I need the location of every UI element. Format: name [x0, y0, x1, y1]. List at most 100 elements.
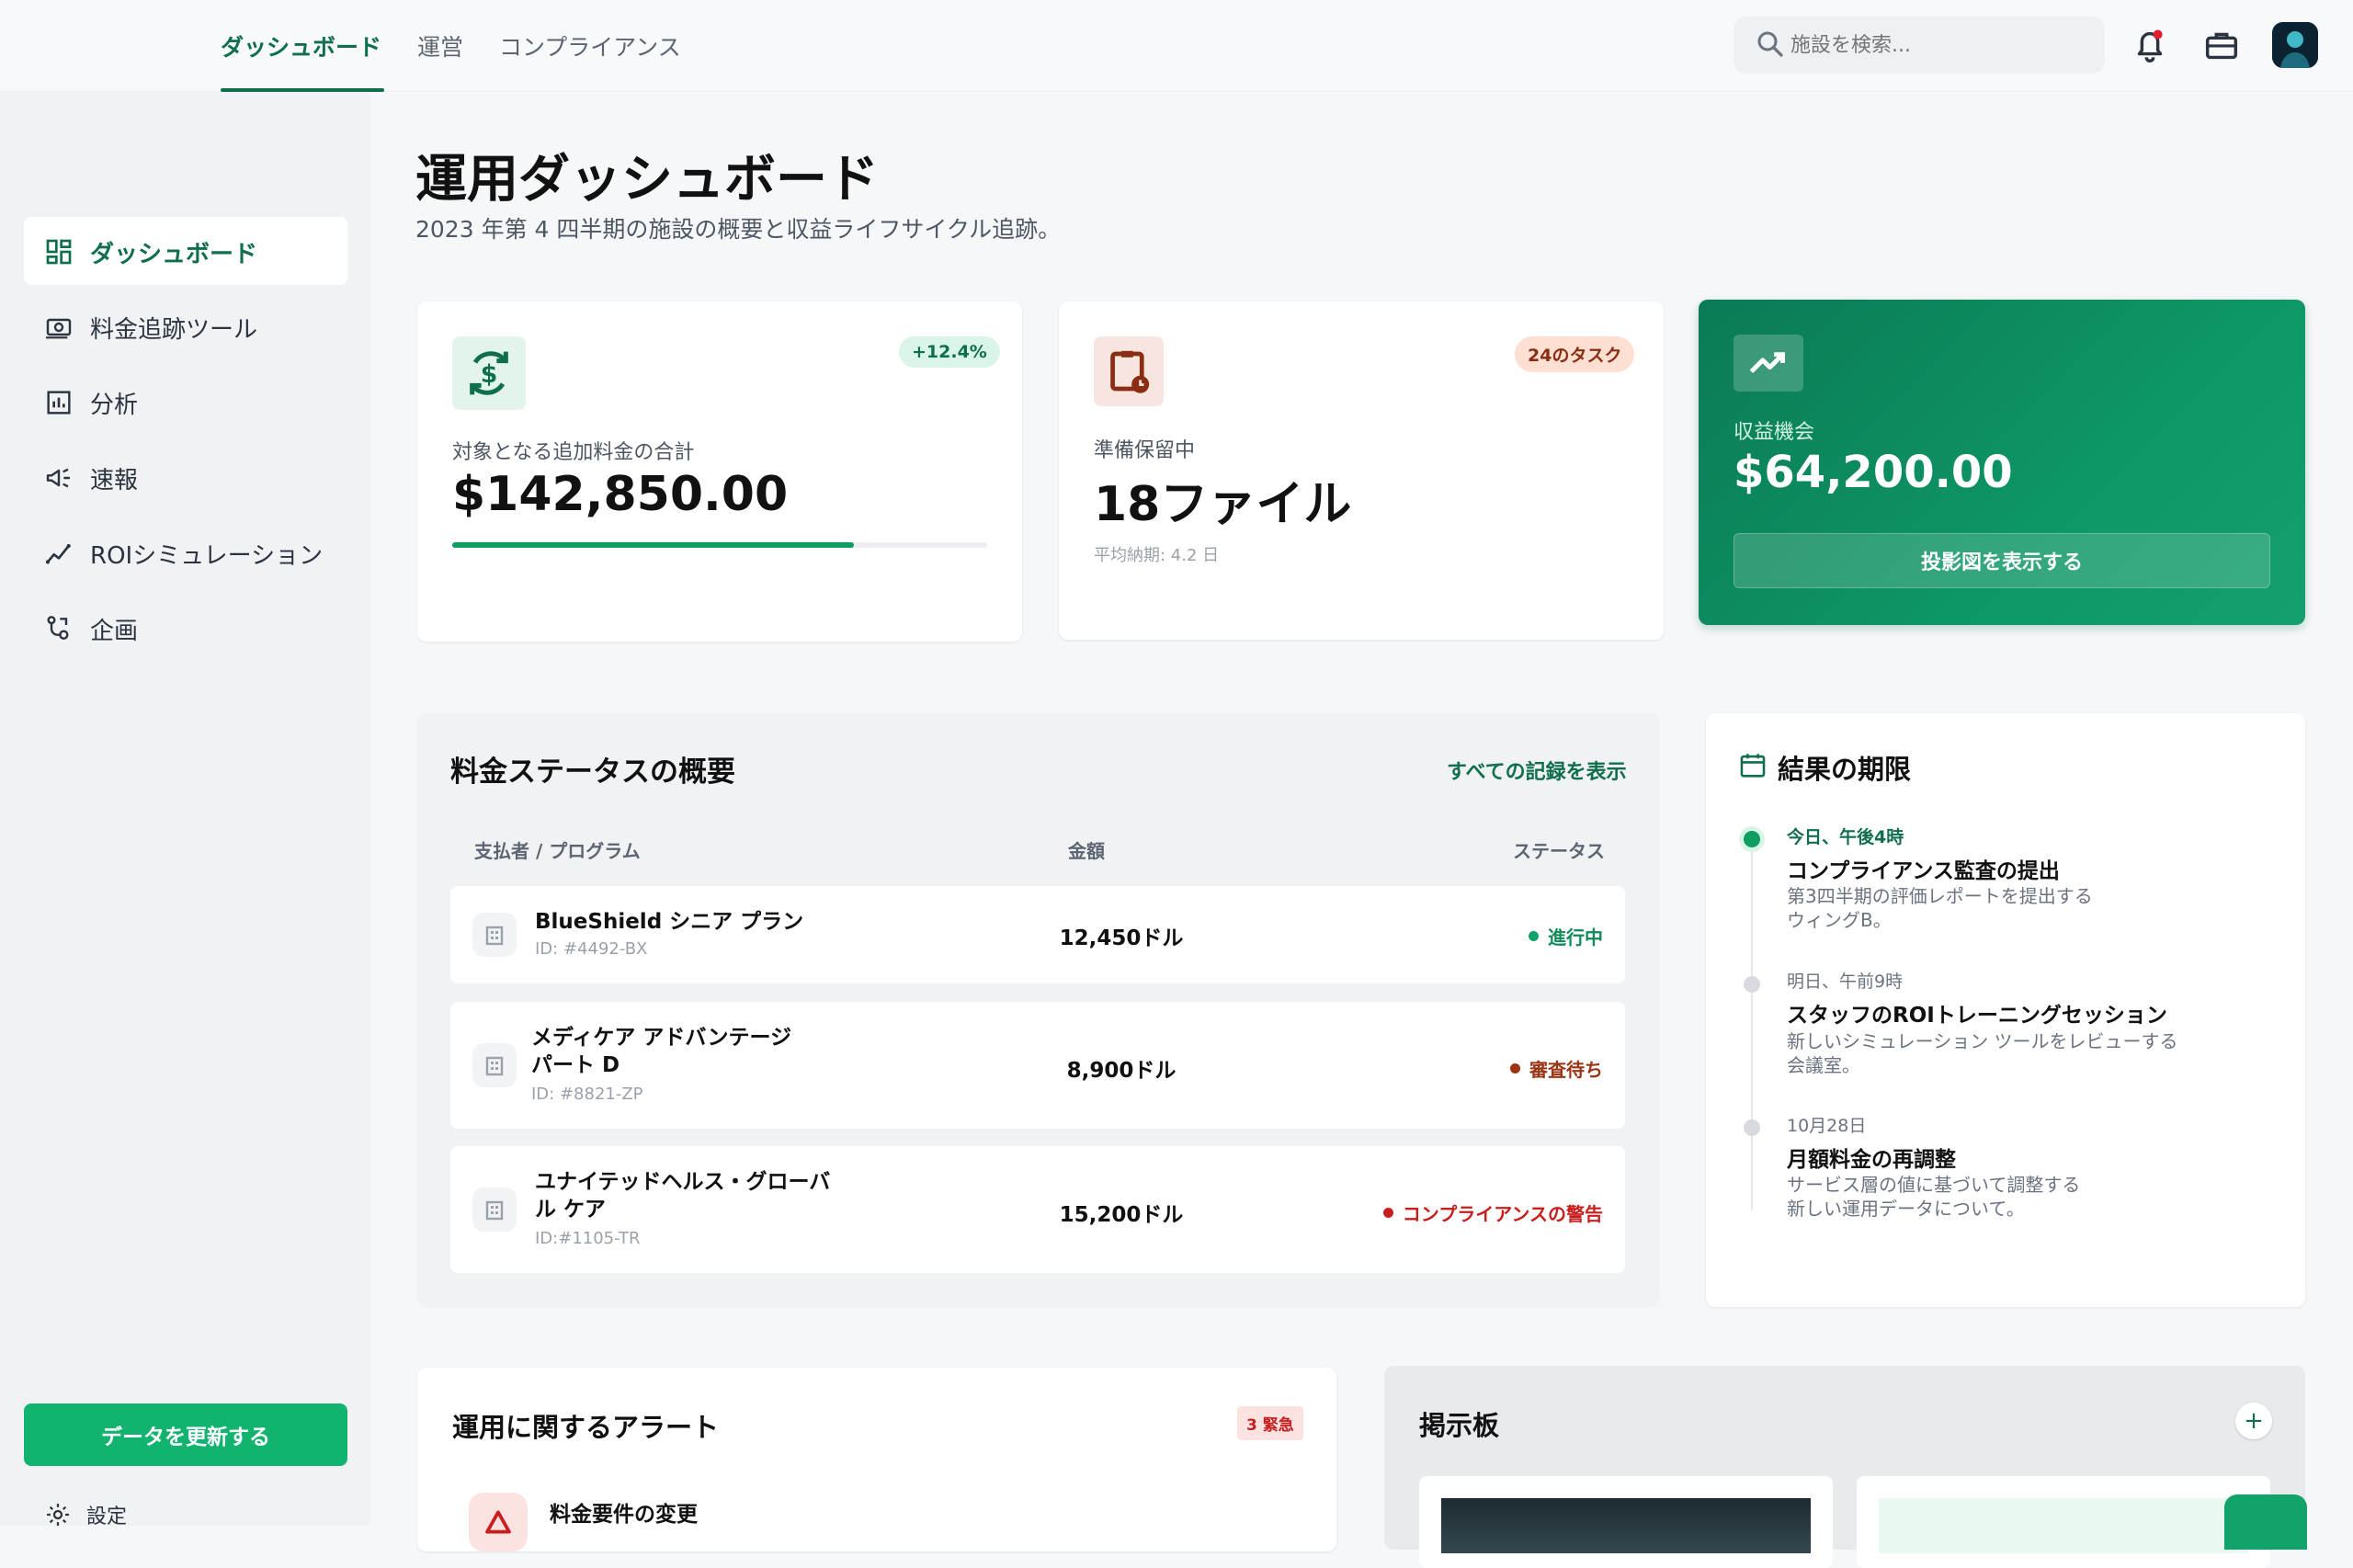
column-header-amount: 金額 [1068, 840, 1105, 862]
revenue-label: 収益機会 [1733, 421, 1815, 444]
floating-action-button[interactable] [2224, 1494, 2307, 1550]
avg-turnaround: 平均納期: 4.2 日 [1094, 546, 1220, 565]
bulletin-post-card[interactable] [1419, 1476, 1833, 1568]
revenue-value: $64,200.00 [1733, 447, 2013, 498]
view-all-records-link[interactable]: すべての記録を表示 [1447, 756, 1627, 785]
status-dot [1510, 1063, 1520, 1074]
charges-label: 対象となる追加料金の合計 [452, 441, 695, 464]
grid-icon [46, 239, 72, 265]
status-badge: 進行中 [1529, 923, 1603, 949]
table-row[interactable]: メディケア アドバンテージ パート D ID: #8821-ZP 8,900ドル… [450, 1002, 1625, 1129]
sidebar-item-dashboard[interactable]: ダッシュボード [24, 217, 347, 285]
deadline-description: 第3四半期の評価レポートを提出する [1787, 885, 2093, 907]
deadline-time: 今日、午後4時 [1787, 827, 1904, 847]
post-image [1879, 1498, 2248, 1553]
money-icon [46, 318, 72, 339]
deadline-time: 10月28日 [1787, 1116, 1867, 1136]
charges-icon-tile: $ [452, 336, 526, 410]
refresh-data-button[interactable]: データを更新する [24, 1403, 347, 1466]
timeline-dot [1744, 1119, 1760, 1136]
settings-label: 設定 [86, 1506, 128, 1528]
prep-label: 準備保留中 [1094, 439, 1196, 462]
deadline-title: スタッフのROIトレーニングセッション [1787, 1004, 2167, 1028]
deadline-time: 明日、午前9時 [1787, 971, 1904, 992]
sidebar-item-fee-tracker[interactable]: 料金追跡ツール [24, 292, 347, 360]
search-box[interactable] [1733, 17, 2105, 74]
sidebar-item-label: ダッシュボード [90, 241, 258, 268]
charges-value: $142,850.00 [452, 467, 789, 522]
revenue-icon-tile [1733, 335, 1803, 392]
prep-pending-card: 24のタスク 準備保留中 18ファイル 平均納期: 4.2 日 [1059, 301, 1664, 640]
status-text: 審査待ち [1529, 1059, 1603, 1081]
table-row[interactable]: BlueShield シニア プラン ID: #4492-BX 12,450ドル… [450, 886, 1625, 983]
gear-icon [47, 1504, 69, 1526]
sidebar-item-label: 速報 [90, 467, 139, 494]
bell-icon[interactable] [2129, 24, 2171, 66]
tab-dashboard[interactable]: ダッシュボード [221, 29, 381, 62]
growth-badge: +12.4% [899, 336, 1000, 368]
search-icon [1757, 31, 1783, 57]
deadline-description: 新しい運用データについて。 [1787, 1198, 2025, 1220]
building-icon [472, 1187, 517, 1232]
status-overview-title: 料金ステータスの概要 [450, 756, 735, 789]
deadlines-title: 結果の期限 [1778, 754, 1912, 785]
top-navigation: ダッシュボード 運営 コンプライアンス [0, 0, 2353, 92]
payer-id: ID:#1105-TR [535, 1229, 641, 1248]
prep-icon-tile [1094, 336, 1164, 406]
sidebar-item-roi-simulation[interactable]: ROIシミュレーション [24, 518, 347, 586]
building-icon [472, 1043, 517, 1087]
avatar[interactable] [2272, 22, 2318, 68]
sidebar: ダッシュボード 料金追跡ツール 分析 速報 ROIシミュレーション 企画 データ… [0, 92, 369, 1529]
clipboard-clock-icon [1110, 350, 1150, 393]
column-header-payer: 支払者 / プログラム [474, 840, 641, 862]
payer-name: メディケア アドバンテージ パート D [531, 1026, 792, 1077]
megaphone-icon [46, 468, 70, 488]
bulletin-board-title: 掲示板 [1419, 1410, 1500, 1441]
alert-title[interactable]: 料金要件の変更 [550, 1496, 698, 1528]
sidebar-item-bulletin[interactable]: 速報 [24, 443, 347, 511]
bulletin-post-card[interactable] [1857, 1476, 2270, 1568]
alerts-title: 運用に関するアラート [452, 1412, 720, 1443]
amount: 15,200ドル [1059, 1203, 1184, 1227]
payer-id: ID: #8821-ZP [531, 1085, 643, 1104]
column-header-status: ステータス [1513, 840, 1605, 862]
deadline-description: サービス層の値に基づいて調整する [1787, 1174, 2081, 1196]
total-charges-card: $ +12.4% 対象となる追加料金の合計 $142,850.00 [417, 301, 1022, 642]
prep-value: 18ファイル [1094, 477, 1352, 532]
svg-text:$: $ [481, 360, 498, 389]
sidebar-item-analytics[interactable]: 分析 [24, 368, 347, 436]
settings-link[interactable]: 設定 [44, 1500, 127, 1529]
charges-progress-track [452, 542, 987, 548]
page-title: 運用ダッシュボード [415, 150, 879, 210]
strategy-icon [47, 616, 69, 640]
briefcase-icon[interactable] [2200, 24, 2243, 66]
table-row[interactable]: ユナイテッドヘルス・グローバル ケア ID:#1105-TR 15,200ドル … [450, 1146, 1625, 1273]
payer-name: BlueShield シニア プラン [535, 910, 804, 934]
task-count-badge: 24のタスク [1515, 336, 1635, 372]
tab-compliance[interactable]: コンプライアンス [499, 29, 681, 62]
timeline-dot [1744, 976, 1760, 993]
status-text: 進行中 [1548, 926, 1603, 949]
tab-operations[interactable]: 運営 [417, 29, 463, 62]
status-dot [1529, 931, 1539, 941]
charges-progress-fill [452, 542, 854, 548]
view-projection-button[interactable]: 投影図を表示する [1733, 533, 2270, 588]
deadline-title: コンプライアンス監査の提出 [1787, 859, 2060, 883]
deadline-description: ウィングB。 [1787, 909, 1892, 931]
user-avatar-icon [2272, 22, 2318, 68]
deadline-description: 会議室。 [1787, 1054, 1860, 1076]
status-badge: コンプライアンスの警告 [1382, 1199, 1603, 1226]
sidebar-item-label: 分析 [90, 392, 139, 419]
timeline-dot [1744, 831, 1760, 847]
status-dot [1382, 1208, 1393, 1218]
search-input[interactable] [1790, 26, 2085, 64]
trending-up-icon [1749, 352, 1785, 374]
sidebar-item-planning[interactable]: 企画 [24, 594, 347, 662]
calendar-icon [1740, 754, 1766, 778]
add-post-button[interactable]: + [2235, 1403, 2272, 1439]
post-image [1441, 1498, 1811, 1553]
alert-icon-tile [469, 1493, 528, 1551]
status-text: コンプライアンスの警告 [1402, 1203, 1603, 1225]
timeline-line [1751, 838, 1753, 1210]
payer-name: ユナイテッドヘルス・グローバル ケア [535, 1170, 831, 1221]
